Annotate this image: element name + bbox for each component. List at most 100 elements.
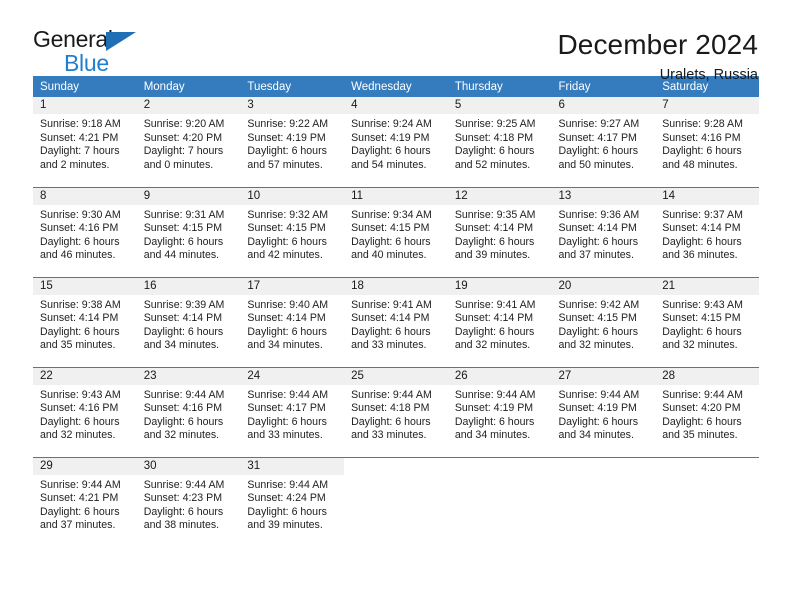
calendar-day-cell[interactable]: 24 Sunrise: 9:44 AM Sunset: 4:17 PM Dayligh…: [240, 366, 345, 457]
day-cell-details: [655, 475, 759, 479]
calendar-day-cell[interactable]: 25 Sunrise: 9:44 AM Sunset: 4:18 PM Dayligh…: [344, 366, 448, 457]
calendar-day-cell[interactable]: 9 Sunrise: 9:31 AM Sunset: 4:15 PM Daylight…: [136, 186, 241, 277]
calendar-day-cell[interactable]: 16 Sunrise: 9:39 AM Sunset: 4:14 PM Dayligh…: [136, 276, 241, 367]
daylight-text-line2: and 34 minutes.: [247, 339, 323, 352]
day-number: 30: [136, 457, 241, 475]
day-cell-details: Sunrise: 9:34 AM Sunset: 4:15 PM Daylight:…: [344, 205, 448, 263]
sunset-text: Sunset: 4:14 PM: [454, 222, 534, 235]
daylight-text-line1: Daylight: 6 hours: [143, 415, 224, 428]
day-cell-inner: 10 Sunrise: 9:32 AM Sunset: 4:15 PM Dayligh…: [240, 187, 345, 277]
sunrise-text: Sunrise: 9:44 AM: [247, 478, 329, 491]
day-number: 20: [551, 277, 656, 295]
sunset-text: Sunset: 4:20 PM: [662, 402, 741, 415]
day-number: 31: [240, 457, 345, 475]
calendar-day-cell[interactable]: 20 Sunrise: 9:42 AM Sunset: 4:15 PM Dayligh…: [551, 276, 656, 367]
calendar-day-cell[interactable]: 5 Sunrise: 9:25 AM Sunset: 4:18 PM Daylight…: [447, 97, 552, 187]
calendar-day-cell[interactable]: 27 Sunrise: 9:44 AM Sunset: 4:19 PM Dayligh…: [551, 366, 656, 457]
day-number: 26: [447, 367, 552, 385]
day-cell-details: Sunrise: 9:44 AM Sunset: 4:24 PM Daylight:…: [240, 475, 344, 533]
day-cell-details: Sunrise: 9:22 AM Sunset: 4:19 PM Daylight:…: [240, 114, 344, 172]
daylight-text-line2: and 2 minutes.: [40, 158, 110, 171]
day-cell-inner: 3 Sunrise: 9:22 AM Sunset: 4:19 PM Daylight…: [240, 97, 345, 187]
calendar-day-cell[interactable]: 11 Sunrise: 9:34 AM Sunset: 4:15 PM Dayligh…: [344, 186, 448, 277]
day-cell-inner: 11 Sunrise: 9:34 AM Sunset: 4:15 PM Dayligh…: [344, 187, 448, 277]
calendar-day-cell[interactable]: 15 Sunrise: 9:38 AM Sunset: 4:14 PM Dayligh…: [33, 276, 137, 367]
daylight-text-line1: Daylight: 7 hours: [143, 145, 224, 158]
calendar-day-cell[interactable]: 10 Sunrise: 9:32 AM Sunset: 4:15 PM Dayligh…: [240, 186, 345, 277]
daylight-text-line2: and 32 minutes.: [662, 339, 738, 352]
daylight-text-line1: Daylight: 6 hours: [662, 415, 742, 428]
day-cell-inner: 16 Sunrise: 9:39 AM Sunset: 4:14 PM Dayligh…: [136, 277, 241, 367]
calendar-day-cell[interactable]: 21 Sunrise: 9:43 AM Sunset: 4:15 PM Dayligh…: [655, 276, 759, 367]
day-cell-inner: 13 Sunrise: 9:36 AM Sunset: 4:14 PM Dayligh…: [551, 187, 656, 277]
day-cell-details: Sunrise: 9:18 AM Sunset: 4:21 PM Daylight:…: [33, 114, 137, 172]
day-number: [448, 458, 552, 475]
day-number: 27: [551, 367, 656, 385]
calendar-day-cell[interactable]: 4 Sunrise: 9:24 AM Sunset: 4:19 PM Daylight…: [344, 97, 448, 187]
calendar-day-cell[interactable]: 17 Sunrise: 9:40 AM Sunset: 4:14 PM Dayligh…: [240, 276, 345, 367]
daylight-text-line2: and 37 minutes.: [558, 249, 634, 262]
daylight-text-line2: and 34 minutes.: [454, 429, 531, 442]
day-cell-details: Sunrise: 9:42 AM Sunset: 4:15 PM Daylight:…: [552, 295, 656, 353]
day-cell-inner: 18 Sunrise: 9:41 AM Sunset: 4:14 PM Dayligh…: [344, 277, 448, 367]
calendar-day-cell[interactable]: 30 Sunrise: 9:44 AM Sunset: 4:23 PM Dayligh…: [136, 456, 241, 547]
day-number: 25: [344, 367, 448, 385]
day-cell-details: Sunrise: 9:28 AM Sunset: 4:16 PM Daylight:…: [655, 114, 759, 172]
day-cell-details: Sunrise: 9:44 AM Sunset: 4:21 PM Daylight:…: [33, 475, 137, 533]
calendar-week-row: 15 Sunrise: 9:38 AM Sunset: 4:14 PM Dayligh…: [33, 276, 759, 367]
calendar-day-cell[interactable]: 14 Sunrise: 9:37 AM Sunset: 4:14 PM Dayligh…: [655, 186, 759, 277]
calendar-week-row: 22 Sunrise: 9:43 AM Sunset: 4:16 PM Dayligh…: [33, 366, 759, 457]
day-number: 2: [136, 97, 241, 114]
sunset-text: Sunset: 4:24 PM: [247, 492, 326, 505]
calendar-day-cell[interactable]: 12 Sunrise: 9:35 AM Sunset: 4:14 PM Dayligh…: [447, 186, 552, 277]
daylight-text-line2: and 34 minutes.: [143, 339, 220, 352]
calendar-empty-cell: [447, 456, 552, 547]
sunset-text: Sunset: 4:14 PM: [662, 222, 741, 235]
sunrise-text: Sunrise: 9:44 AM: [143, 388, 225, 401]
daylight-text-line1: Daylight: 6 hours: [247, 505, 327, 518]
calendar-day-cell[interactable]: 19 Sunrise: 9:41 AM Sunset: 4:14 PM Dayligh…: [447, 276, 552, 367]
calendar-day-cell[interactable]: 7 Sunrise: 9:28 AM Sunset: 4:16 PM Daylight…: [655, 97, 759, 187]
calendar-day-cell[interactable]: 8 Sunrise: 9:30 AM Sunset: 4:16 PM Daylight…: [33, 186, 137, 277]
daylight-text-line2: and 42 minutes.: [247, 249, 323, 262]
calendar-day-cell[interactable]: 6 Sunrise: 9:27 AM Sunset: 4:17 PM Daylight…: [551, 97, 656, 187]
calendar-day-cell[interactable]: 3 Sunrise: 9:22 AM Sunset: 4:19 PM Daylight…: [240, 97, 345, 187]
day-cell-details: Sunrise: 9:37 AM Sunset: 4:14 PM Daylight:…: [655, 205, 759, 263]
daylight-text-line1: Daylight: 6 hours: [143, 235, 224, 248]
calendar-day-cell[interactable]: 31 Sunrise: 9:44 AM Sunset: 4:24 PM Dayligh…: [240, 456, 345, 547]
day-number: 7: [655, 97, 759, 114]
daylight-text-line2: and 39 minutes.: [454, 249, 531, 262]
weekday-header-monday: Monday: [136, 76, 241, 97]
sunset-text: Sunset: 4:19 PM: [558, 402, 637, 415]
calendar-day-cell[interactable]: 18 Sunrise: 9:41 AM Sunset: 4:14 PM Dayligh…: [344, 276, 448, 367]
daylight-text-line2: and 48 minutes.: [662, 158, 738, 171]
general-blue-logo[interactable]: General Blue: [33, 26, 153, 78]
day-cell-details: [344, 475, 448, 479]
day-cell-inner: 5 Sunrise: 9:25 AM Sunset: 4:18 PM Daylight…: [447, 97, 552, 187]
day-number: 19: [447, 277, 552, 295]
day-cell-details: Sunrise: 9:35 AM Sunset: 4:14 PM Daylight:…: [448, 205, 552, 263]
sunset-text: Sunset: 4:14 PM: [351, 312, 430, 325]
calendar-day-cell[interactable]: 28 Sunrise: 9:44 AM Sunset: 4:20 PM Dayligh…: [655, 366, 759, 457]
daylight-text-line2: and 32 minutes.: [143, 429, 220, 442]
day-cell-details: Sunrise: 9:44 AM Sunset: 4:20 PM Daylight:…: [655, 385, 759, 443]
sunrise-text: Sunrise: 9:41 AM: [351, 298, 432, 311]
calendar-day-cell[interactable]: 2 Sunrise: 9:20 AM Sunset: 4:20 PM Daylight…: [136, 97, 241, 187]
daylight-text-line2: and 0 minutes.: [143, 158, 214, 171]
calendar-day-cell[interactable]: 22 Sunrise: 9:43 AM Sunset: 4:16 PM Dayligh…: [33, 366, 137, 457]
calendar-day-cell[interactable]: 29 Sunrise: 9:44 AM Sunset: 4:21 PM Dayligh…: [33, 456, 137, 547]
sunrise-text: Sunrise: 9:44 AM: [454, 388, 536, 401]
sunset-text: Sunset: 4:15 PM: [351, 222, 430, 235]
calendar-day-cell[interactable]: 13 Sunrise: 9:36 AM Sunset: 4:14 PM Dayligh…: [551, 186, 656, 277]
day-number: 12: [447, 187, 552, 205]
day-cell-details: Sunrise: 9:27 AM Sunset: 4:17 PM Daylight:…: [552, 114, 656, 172]
sunrise-text: Sunrise: 9:40 AM: [247, 298, 329, 311]
calendar-day-cell[interactable]: 23 Sunrise: 9:44 AM Sunset: 4:16 PM Dayligh…: [136, 366, 241, 457]
sunrise-text: Sunrise: 9:36 AM: [558, 208, 640, 221]
sunset-text: Sunset: 4:23 PM: [143, 492, 223, 505]
sunrise-text: Sunrise: 9:28 AM: [662, 118, 743, 130]
day-cell-inner: 17 Sunrise: 9:40 AM Sunset: 4:14 PM Dayligh…: [240, 277, 345, 367]
calendar-day-cell[interactable]: 26 Sunrise: 9:44 AM Sunset: 4:19 PM Dayligh…: [447, 366, 552, 457]
daylight-text-line2: and 46 minutes.: [40, 249, 116, 262]
calendar-day-cell[interactable]: 1 Sunrise: 9:18 AM Sunset: 4:21 PM Daylight…: [33, 97, 137, 187]
